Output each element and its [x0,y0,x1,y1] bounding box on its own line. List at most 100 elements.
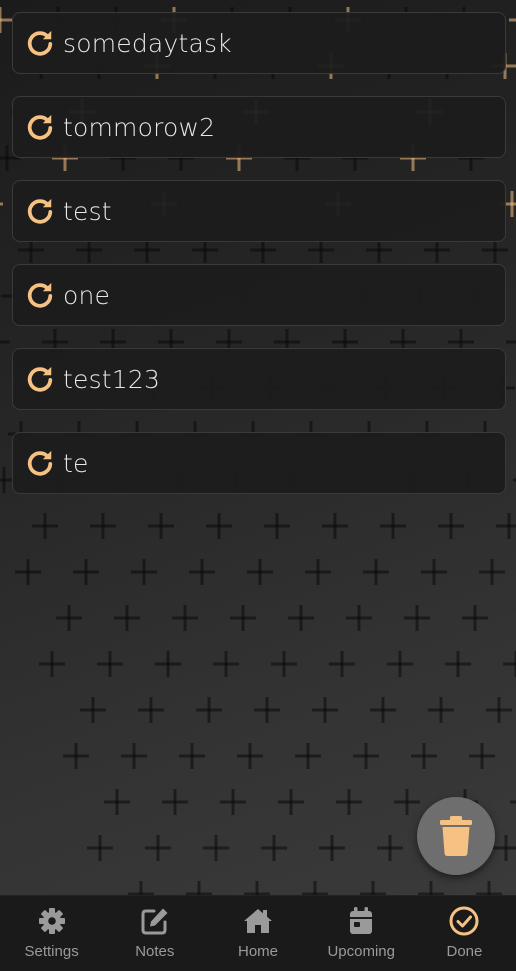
background-plus-mark [479,559,505,585]
background-plus-mark [63,743,89,769]
nav-upcoming[interactable]: Upcoming [310,896,413,971]
background-plus-mark [394,789,420,815]
background-plus-mark [462,605,488,631]
background-plus-mark [114,605,140,631]
background-plus-mark [244,881,270,895]
background-plus-mark [73,559,99,585]
background-plus-mark [264,513,290,539]
background-plus-mark [196,697,222,723]
background-plus-mark [97,651,123,677]
background-plus-mark [145,835,171,861]
task-card[interactable]: tommorow2 [12,96,506,158]
gear-icon [38,908,65,934]
background-plus-mark [503,651,516,677]
background-plus-mark [438,513,464,539]
background-plus-mark [421,559,447,585]
task-card[interactable]: test [12,180,506,242]
task-label: tommorow2 [63,112,216,142]
background-plus-mark [288,605,314,631]
background-plus-mark [0,340,10,344]
background-plus-mark [496,513,516,539]
background-plus-mark [305,559,331,585]
background-plus-mark [476,881,502,895]
background-plus-mark [15,559,41,585]
trash-icon [440,816,472,856]
nav-label: Upcoming [327,943,395,960]
background-plus-mark [220,789,246,815]
task-card[interactable]: test123 [12,348,506,410]
background-plus-mark [39,651,65,677]
redo-icon[interactable] [25,28,55,58]
background-plus-mark [493,835,516,861]
background-plus-mark [213,651,239,677]
delete-all-button[interactable] [417,797,495,875]
nav-home[interactable]: Home [206,896,309,971]
background-plus-mark [302,881,328,895]
background-plus-mark [404,605,430,631]
bottom-nav: Settings Notes Home Upcoming Done [0,895,516,971]
background-plus-mark [469,743,495,769]
background-plus-mark [203,835,229,861]
redo-icon[interactable] [25,112,55,142]
background-plus-mark [336,789,362,815]
task-label: somedaytask [63,28,232,58]
background-plus-mark [353,743,379,769]
edit-icon [141,908,168,935]
background-plus-mark [172,605,198,631]
background-plus-mark [148,513,174,539]
nav-notes[interactable]: Notes [103,896,206,971]
background-plus-mark [87,835,113,861]
background-plus-mark [346,605,372,631]
task-label: one [63,280,111,310]
background-plus-mark [380,513,406,539]
nav-label: Home [238,943,279,960]
app-screen: somedaytask tommorow2 test one test123 t… [0,0,516,971]
background-plus-mark [80,697,106,723]
task-card[interactable]: one [12,264,506,326]
background-plus-mark [0,202,3,206]
task-label: te [63,448,89,478]
background-plus-mark [155,651,181,677]
background-plus-mark [322,513,348,539]
calendar-icon [350,907,373,934]
background-plus-mark [363,559,389,585]
background-plus-mark [312,697,338,723]
redo-icon[interactable] [25,364,55,394]
background-plus-mark [138,697,164,723]
redo-icon[interactable] [25,196,55,226]
background-plus-mark [428,697,454,723]
background-plus-mark [230,605,256,631]
background-plus-mark [509,18,516,22]
background-plus-mark [278,789,304,815]
background-plus-mark [445,651,471,677]
background-plus-mark [387,651,413,677]
nav-done[interactable]: Done [413,896,516,971]
background-plus-mark [254,697,280,723]
nav-settings[interactable]: Settings [0,896,103,971]
background-plus-mark [329,651,355,677]
task-card[interactable]: somedaytask [12,12,506,74]
background-plus-mark [237,743,263,769]
background-plus-mark [121,743,147,769]
redo-icon[interactable] [25,448,55,478]
task-label: test [63,196,112,226]
task-card[interactable]: te [12,432,506,494]
task-list: somedaytask tommorow2 test one test123 t… [12,12,506,494]
background-plus-mark [261,835,287,861]
background-plus-mark [418,881,444,895]
redo-icon[interactable] [25,280,55,310]
background-plus-mark [56,605,82,631]
background-plus-mark [370,697,396,723]
background-plus-mark [411,743,437,769]
background-plus-mark [90,513,116,539]
home-icon [244,909,272,933]
background-plus-mark [486,697,512,723]
task-label: test123 [63,364,161,394]
background-plus-mark [295,743,321,769]
background-plus-mark [179,743,205,769]
background-plus-mark [377,835,403,861]
background-plus-mark [247,559,273,585]
nav-label: Notes [135,943,175,960]
background-plus-mark [206,513,232,539]
background-plus-mark [186,881,212,895]
